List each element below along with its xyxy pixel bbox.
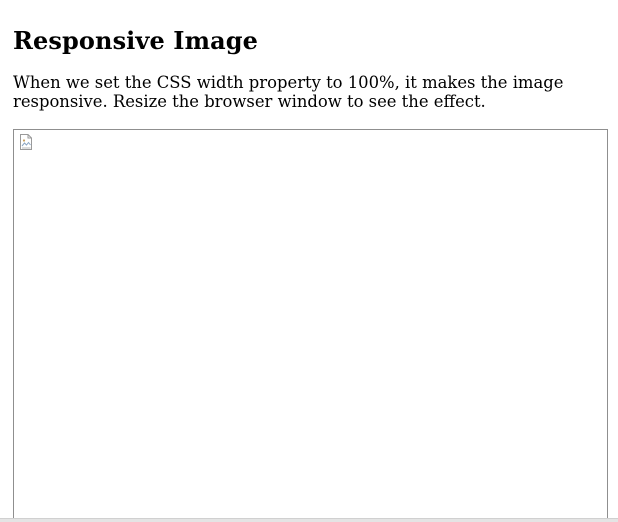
broken-image-icon xyxy=(19,134,33,150)
responsive-image xyxy=(13,129,608,522)
page-content: Responsive Image When we set the CSS wid… xyxy=(13,0,610,111)
page-title: Responsive Image xyxy=(13,26,258,55)
window-bottom-edge xyxy=(0,518,618,522)
page-description: When we set the CSS width property to 10… xyxy=(13,73,564,111)
